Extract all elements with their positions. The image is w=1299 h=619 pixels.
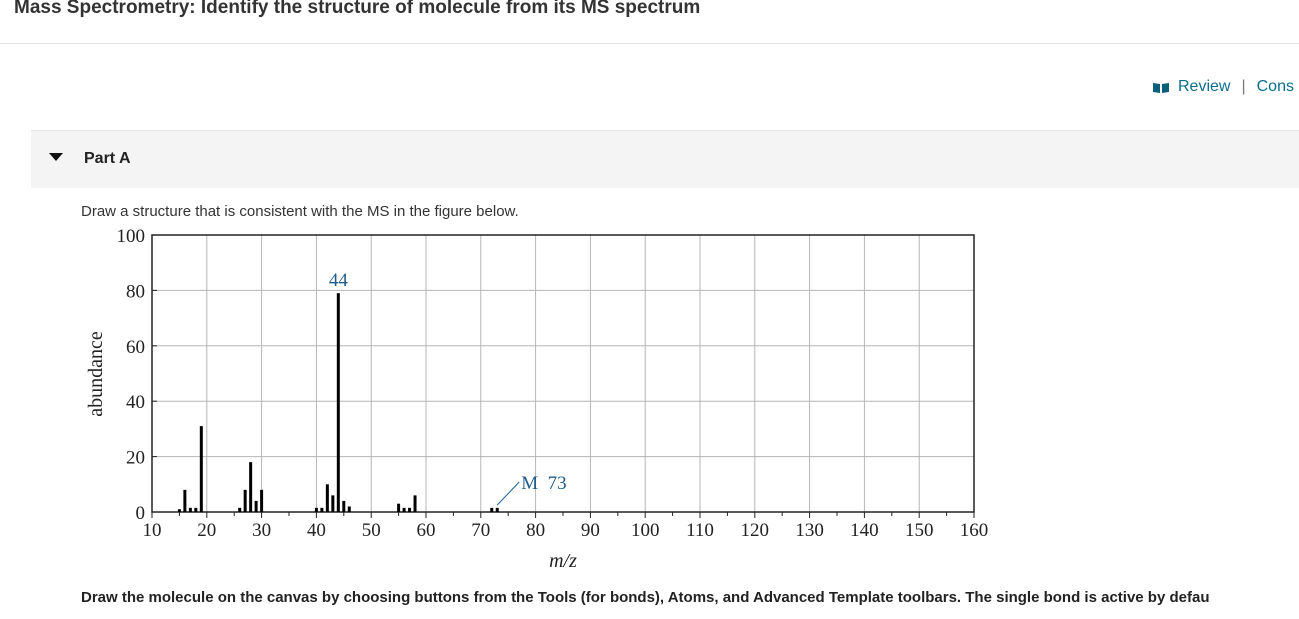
- y-tick-label: 80: [126, 281, 145, 302]
- spectrum-peak-bar: [325, 484, 329, 512]
- spectrum-peak-bar: [260, 489, 264, 512]
- review-link[interactable]: Review: [1178, 78, 1230, 96]
- x-tick-label: 110: [686, 520, 714, 541]
- caret-down-icon[interactable]: [49, 153, 63, 161]
- spectrum-peak-bar: [194, 507, 198, 512]
- spectrum-peak-bar: [490, 507, 494, 512]
- ms-spectrum-chart: 10 20 30 40 50 60 70 80 90 100 110 120 130 140 150 160 0…: [85, 226, 989, 572]
- y-tick-label: 0: [136, 503, 146, 524]
- plot-frame: [151, 234, 975, 513]
- spectrum-peak-bar: [413, 495, 417, 512]
- spectrum-peak-bar: [402, 507, 406, 512]
- x-tick-label: 160: [960, 520, 989, 541]
- x-tick-label: 60: [417, 520, 436, 541]
- ms-spectrum-figure: 10 20 30 40 50 60 70 80 90 100 110 120 130 140 150 160 0…: [0, 0, 1299, 614]
- spectrum-peak-bar: [183, 489, 187, 512]
- spectrum-peak-bar: [249, 462, 253, 512]
- part-label: Part A: [84, 150, 131, 167]
- y-tick-label: 60: [126, 337, 145, 358]
- x-tick-label: 20: [197, 520, 216, 541]
- spectrum-peak-bar: [495, 507, 499, 512]
- y-tick-label: 100: [117, 226, 146, 247]
- x-tick-label: 70: [471, 520, 490, 541]
- spectrum-peak-bar: [243, 489, 247, 512]
- spectrum-peak-bar: [199, 426, 203, 512]
- spectrum-peak-bar: [336, 293, 340, 512]
- x-tick-label: 140: [850, 520, 879, 541]
- y-tick-label: 20: [126, 448, 145, 469]
- link-separator: |: [1241, 78, 1246, 95]
- x-tick-label: 130: [795, 520, 824, 541]
- x-tick-label: 80: [526, 520, 545, 541]
- peak-label-44: 44: [329, 270, 349, 291]
- spectrum-peak-bar: [397, 503, 401, 512]
- question-prompt: Draw a structure that is consistent with…: [81, 203, 519, 220]
- spectrum-peak-bar: [254, 500, 258, 512]
- x-axis-label: m/z: [549, 550, 577, 572]
- x-tick-label: 120: [741, 520, 770, 541]
- drawing-instructions: Draw the molecule on the canvas by choos…: [81, 589, 1210, 606]
- spectrum-peak-bar: [320, 507, 324, 512]
- constants-link[interactable]: Cons: [1257, 78, 1294, 96]
- x-tick-label: 30: [252, 520, 271, 541]
- part-a-header[interactable]: Part A: [31, 130, 1299, 188]
- spectrum-peak-bar: [331, 495, 335, 512]
- spectrum-peak-bar: [177, 509, 181, 512]
- x-tick-label: 50: [362, 520, 381, 541]
- x-tick-label: 100: [631, 520, 660, 541]
- x-tick-label: 90: [581, 520, 600, 541]
- x-tick-label: 150: [905, 520, 934, 541]
- x-tick-label: 10: [143, 520, 162, 541]
- spectrum-peak-bar: [342, 500, 346, 512]
- top-links: Review | Cons: [1152, 78, 1294, 96]
- spectrum-peak-bar: [238, 507, 242, 512]
- spectrum-peak-bar: [314, 507, 318, 512]
- spectrum-peak-bar: [347, 506, 351, 512]
- spectrum-peak-bar: [408, 507, 412, 512]
- spectrum-peak-bar: [188, 507, 192, 512]
- molecular-ion-label: M 73: [521, 473, 566, 494]
- page-title: Mass Spectrometry: Identify the structur…: [14, 0, 701, 18]
- title-divider: [0, 43, 1299, 44]
- y-tick-label: 40: [126, 392, 145, 413]
- molecular-ion-pointer: [496, 481, 520, 506]
- book-icon: [1152, 81, 1170, 93]
- y-axis-label: abundance: [85, 331, 107, 417]
- x-tick-label: 40: [307, 520, 326, 541]
